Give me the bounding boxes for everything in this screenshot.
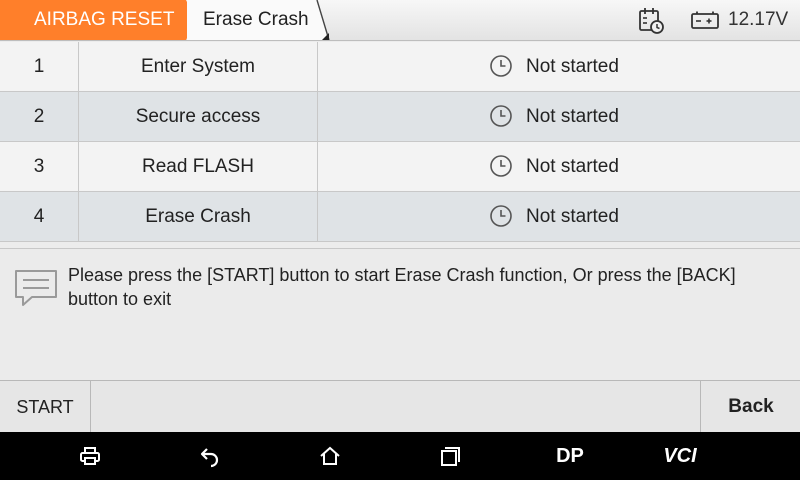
clock-icon xyxy=(490,205,512,227)
nav-recents-button[interactable] xyxy=(420,432,480,480)
breadcrumb-airbag-reset[interactable]: AIRBAG RESET xyxy=(0,0,196,40)
calendar-clock-icon[interactable] xyxy=(637,6,665,34)
step-number: 3 xyxy=(0,142,79,191)
nav-home-button[interactable] xyxy=(300,432,360,480)
battery-icon xyxy=(691,11,719,29)
start-button[interactable]: START xyxy=(0,381,91,433)
clock-icon xyxy=(490,105,512,127)
breadcrumb-erase-crash[interactable]: Erase Crash xyxy=(187,0,329,40)
home-icon xyxy=(320,446,340,465)
print-button[interactable] xyxy=(60,432,120,480)
step-number: 2 xyxy=(0,92,79,141)
message-text: Please press the [START] button to start… xyxy=(68,265,736,309)
step-status: Not started xyxy=(318,92,800,141)
message-panel: Please press the [START] button to start… xyxy=(0,248,800,381)
undo-arrow-icon xyxy=(200,448,219,468)
vci-button[interactable]: VCI xyxy=(650,432,710,480)
step-number: 1 xyxy=(0,42,79,91)
battery-voltage: 12.17V xyxy=(728,9,789,30)
step-status-text: Not started xyxy=(526,206,619,227)
dp-button[interactable]: DP xyxy=(540,432,600,480)
step-name: Secure access xyxy=(79,92,318,141)
system-nav-bar: DP VCI xyxy=(0,432,800,480)
step-status: Not started xyxy=(318,42,800,91)
clock-icon xyxy=(490,155,512,177)
table-row: 2 Secure access Not started xyxy=(0,92,800,142)
clock-icon xyxy=(490,55,512,77)
back-button[interactable]: Back xyxy=(700,381,800,433)
table-row: 1 Enter System Not started xyxy=(0,42,800,92)
nav-back-button[interactable] xyxy=(180,432,240,480)
step-status: Not started xyxy=(318,142,800,191)
step-status: Not started xyxy=(318,192,800,241)
step-status-text: Not started xyxy=(526,106,619,127)
printer-icon xyxy=(80,447,100,465)
step-table: 1 Enter System Not started 2 Secure acce… xyxy=(0,42,800,242)
step-status-text: Not started xyxy=(526,156,619,177)
button-bar: START Back xyxy=(0,380,800,433)
step-number: 4 xyxy=(0,192,79,241)
step-status-text: Not started xyxy=(526,56,619,77)
step-name: Erase Crash xyxy=(79,192,318,241)
step-name: Read FLASH xyxy=(79,142,318,191)
table-row: 3 Read FLASH Not started xyxy=(0,142,800,192)
step-name: Enter System xyxy=(79,42,318,91)
recent-apps-icon xyxy=(441,447,460,466)
message-icon xyxy=(15,270,57,306)
table-row: 4 Erase Crash Not started xyxy=(0,192,800,242)
breadcrumb-separator-icon xyxy=(316,0,330,40)
top-bar: AIRBAG RESET Erase Crash 12.17V xyxy=(0,0,800,41)
